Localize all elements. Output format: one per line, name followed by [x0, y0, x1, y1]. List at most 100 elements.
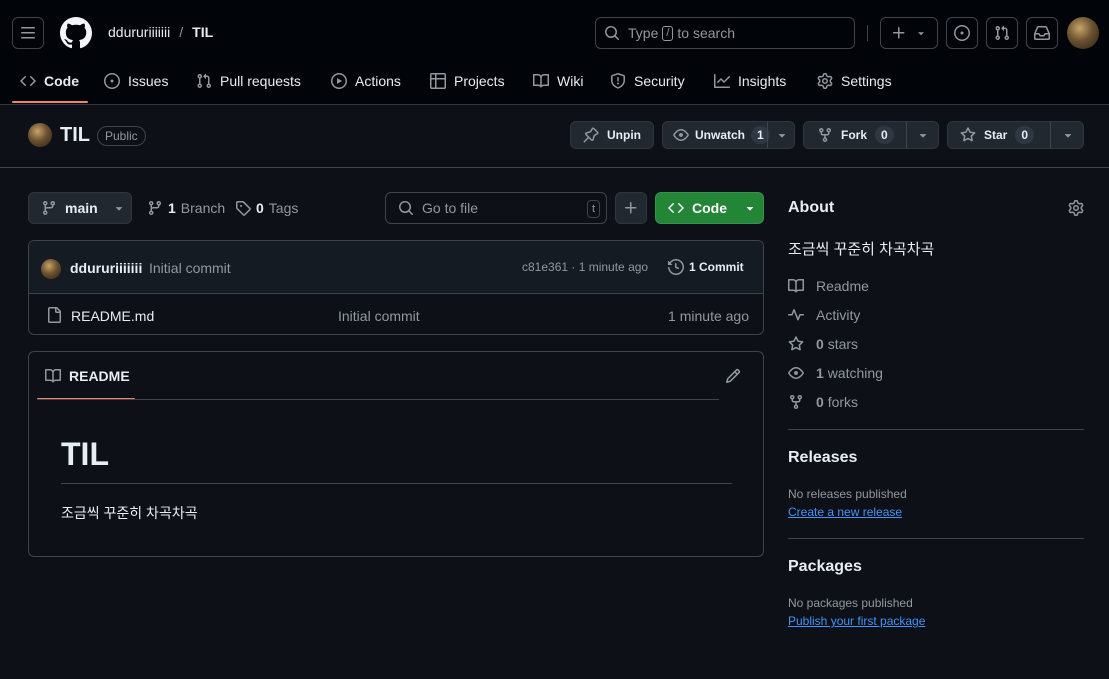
releases-empty: No releases published — [788, 487, 907, 501]
table-row[interactable]: README.md Initial commit 1 minute ago — [29, 295, 763, 334]
git-branch-icon — [42, 201, 55, 216]
file-commit-message[interactable]: Initial commit — [338, 308, 420, 324]
breadcrumb: ddururiiiiiii / TIL — [108, 24, 213, 40]
commit-author[interactable]: ddururiiiiiii — [70, 260, 142, 276]
tab-label: Code — [44, 73, 79, 89]
split-divider — [767, 122, 768, 148]
tab-insights[interactable]: Insights — [714, 64, 786, 98]
gear-icon — [1068, 200, 1084, 216]
tab-wiki[interactable]: Wiki — [533, 64, 583, 98]
fork-button[interactable]: Fork 0 — [803, 121, 939, 149]
code-dropdown-button[interactable]: Code — [655, 192, 764, 224]
owner-link[interactable]: ddururiiiiiii — [108, 24, 170, 40]
pencil-icon — [725, 368, 741, 384]
watching-link[interactable]: 1 watching — [788, 365, 883, 381]
edit-readme-button[interactable] — [725, 368, 741, 384]
split-divider — [906, 122, 907, 148]
table-icon — [430, 73, 446, 89]
global-search-input[interactable]: Type / to search — [595, 17, 855, 49]
stars-count: 0 — [816, 336, 824, 352]
fork-label: Fork — [841, 128, 868, 142]
issues-button[interactable] — [946, 17, 978, 49]
go-to-file-input[interactable]: Go to file t — [385, 192, 607, 224]
code-button-label: Code — [692, 200, 727, 216]
code-icon — [668, 202, 684, 214]
book-icon — [45, 368, 61, 383]
triangle-down-icon — [115, 207, 122, 211]
inbox-icon — [1034, 26, 1050, 40]
tab-issues[interactable]: Issues — [104, 64, 168, 98]
triangle-down-icon — [919, 134, 927, 138]
tab-code[interactable]: Code — [20, 64, 79, 98]
github-logo-icon[interactable] — [60, 17, 92, 49]
menu-button[interactable] — [12, 17, 44, 49]
readme-title-divider — [61, 483, 732, 484]
file-name[interactable]: README.md — [71, 308, 154, 324]
graph-icon — [714, 74, 730, 88]
about-settings-button[interactable] — [1068, 200, 1084, 216]
go-to-file-shortcut: t — [586, 200, 600, 218]
repo-link[interactable]: TIL — [192, 24, 213, 40]
star-count: 0 — [1015, 126, 1035, 144]
create-release-link[interactable]: Create a new release — [788, 505, 902, 519]
forks-link[interactable]: 0 forks — [788, 394, 858, 410]
tab-pull-requests[interactable]: Pull requests — [196, 64, 301, 98]
repo-owner-avatar — [28, 123, 52, 147]
pull-requests-button[interactable] — [986, 17, 1018, 49]
triangle-down-icon — [1064, 134, 1072, 138]
tag-label: Tags — [268, 200, 299, 216]
inbox-button[interactable] — [1026, 17, 1058, 49]
readme-tab[interactable]: README — [45, 368, 130, 384]
forks-count: 0 — [816, 394, 824, 410]
search-prefix: Type — [628, 25, 659, 41]
star-button[interactable]: Star 0 — [947, 121, 1084, 149]
pulse-icon — [788, 309, 804, 321]
tab-label: Insights — [738, 73, 787, 89]
fork-count: 0 — [875, 126, 894, 144]
tab-settings[interactable]: Settings — [817, 64, 892, 98]
tab-label: Pull requests — [220, 73, 301, 89]
unwatch-button[interactable]: Unwatch 1 — [662, 121, 795, 149]
add-file-button[interactable] — [615, 192, 647, 224]
tags-link[interactable]: 0 Tags — [235, 200, 298, 216]
releases-heading[interactable]: Releases — [788, 449, 857, 467]
file-icon — [48, 307, 61, 323]
about-description: 조금씩 꾸준히 차곡차곡 — [788, 241, 935, 258]
git-branch-icon — [148, 201, 161, 216]
branch-label: Branch — [180, 200, 226, 216]
tab-security[interactable]: Security — [610, 64, 685, 98]
packages-heading[interactable]: Packages — [788, 558, 862, 576]
commit-hash-time[interactable]: c81e361 · 1 minute ago — [522, 260, 648, 274]
repo-title[interactable]: TIL — [60, 124, 90, 147]
branch-name: main — [65, 200, 98, 216]
sidebar-divider — [788, 429, 1084, 430]
issue-opened-icon — [104, 73, 120, 89]
unpin-label: Unpin — [607, 128, 641, 142]
tab-label: Wiki — [557, 73, 584, 89]
activity-link-label: Activity — [816, 307, 861, 323]
plus-icon — [893, 27, 905, 39]
star-icon — [960, 127, 976, 142]
eye-icon — [788, 367, 804, 379]
create-new-button[interactable] — [880, 17, 938, 49]
avatar[interactable] — [1067, 17, 1099, 49]
stars-link[interactable]: 0 stars — [788, 336, 858, 352]
commits-link[interactable]: 1 Commit — [668, 259, 744, 275]
packages-empty: No packages published — [788, 596, 913, 610]
publish-package-link[interactable]: Publish your first package — [788, 614, 925, 628]
tab-label: Security — [634, 73, 685, 89]
tab-projects[interactable]: Projects — [430, 64, 505, 98]
commit-message[interactable]: Initial commit — [149, 260, 231, 276]
search-icon — [605, 26, 620, 41]
search-icon — [399, 201, 414, 216]
readme-link-label: Readme — [816, 278, 869, 294]
branches-link[interactable]: 1 Branch — [147, 200, 225, 216]
branch-select-button[interactable]: main — [28, 192, 132, 224]
unpin-button[interactable]: Unpin — [570, 121, 654, 149]
tab-actions[interactable]: Actions — [331, 64, 401, 98]
book-icon — [533, 73, 549, 88]
activity-link[interactable]: Activity — [788, 307, 860, 323]
eye-icon — [673, 129, 689, 141]
repo-header-divider — [0, 167, 1109, 168]
readme-link[interactable]: Readme — [788, 278, 869, 294]
